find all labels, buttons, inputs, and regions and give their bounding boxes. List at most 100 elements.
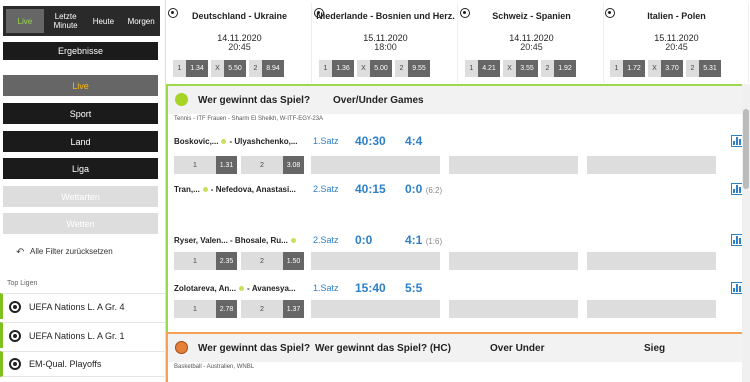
odd-draw-button[interactable]: X 3.70 <box>648 60 683 77</box>
odd-key: X <box>507 65 512 72</box>
set-label: 2.Satz <box>313 235 339 245</box>
serve-indicator-icon <box>238 286 244 292</box>
match-time: 20:45 <box>228 42 251 52</box>
game-score: 0:0 <box>355 233 373 247</box>
odd-player2-button[interactable]: 2 3.08 <box>241 156 304 174</box>
odd-player1-button[interactable]: 1 2.78 <box>174 300 237 318</box>
match-title: Niederlande - Bosnien und Herz. <box>316 11 455 21</box>
match-card[interactable]: Deutschland - Ukraine 14.11.2020 20:45 1… <box>167 3 312 83</box>
odd-key: 1 <box>193 161 197 169</box>
odd-key: 1 <box>193 257 197 265</box>
odds-row: 1 4.21 X 3.55 2 1.92 <box>465 60 576 77</box>
filter-wettarten-button[interactable]: Wettarten <box>3 186 158 207</box>
market-label-winner: Wer gewinnt das Spiel? <box>198 343 311 354</box>
match-time: 18:00 <box>374 42 397 52</box>
set-score: 5:5 <box>405 281 422 295</box>
odd-home-button[interactable]: 1 1.36 <box>319 60 354 77</box>
odd-player1-button[interactable]: 1 2.35 <box>174 252 237 270</box>
game-score: 40:15 <box>355 182 386 196</box>
player-1: Ryser, Valen... <box>174 236 228 245</box>
scrollbar-thumb[interactable] <box>743 109 749 189</box>
player-1: Zolotareva, An... <box>174 284 236 293</box>
odd-key: 2 <box>253 65 258 72</box>
odds-row: 1 2.35 2 1.50 <box>174 252 304 270</box>
odd-value: 1.72 <box>623 60 645 77</box>
player-2: Nefedova, Anastasi... <box>215 185 296 194</box>
match-card[interactable]: Italien - Polen 15.11.2020 20:45 1 1.72 X… <box>604 3 749 83</box>
odd-draw-button[interactable]: X 5.00 <box>357 60 392 77</box>
odd-player1-button[interactable]: 1 1.31 <box>174 156 237 174</box>
serve-indicator-icon <box>290 238 296 244</box>
filter-sport-button[interactable]: Sport <box>3 103 158 124</box>
previous-set-score: (6:2) <box>425 186 443 195</box>
odd-draw-button[interactable]: X 5.50 <box>211 60 246 77</box>
game-score: 40:30 <box>355 134 386 148</box>
tab-heute[interactable]: Heute <box>85 6 123 36</box>
set-score-value: 5:5 <box>405 281 423 295</box>
odd-home-button[interactable]: 1 1.72 <box>610 60 645 77</box>
previous-set-score: (1:6) <box>425 237 443 246</box>
match-title: Schweiz - Spanien <box>492 11 571 21</box>
odd-value: 8.94 <box>262 60 284 77</box>
odd-value: 1.37 <box>283 300 304 318</box>
odd-value: 5.50 <box>224 60 246 77</box>
odds-placeholder <box>449 252 578 270</box>
odd-home-button[interactable]: 1 4.21 <box>465 60 500 77</box>
tab-live[interactable]: Live <box>6 9 44 33</box>
match-players: Zolotareva, An... - Avanesya... <box>174 284 296 293</box>
match-card[interactable]: Schweiz - Spanien 14.11.2020 20:45 1 4.21… <box>459 3 604 83</box>
odds-placeholder <box>587 156 716 174</box>
basketball-icon <box>175 341 188 354</box>
reset-filters-label: Alle Filter zurücksetzen <box>30 247 113 256</box>
ergebnisse-button[interactable]: Ergebnisse <box>3 42 158 60</box>
market-label-winner: Wer gewinnt das Spiel? <box>198 95 311 106</box>
player-1: Boskovic,... <box>174 137 219 146</box>
odd-away-button[interactable]: 2 1.92 <box>541 60 576 77</box>
game-score: 15:40 <box>355 281 386 295</box>
match-card[interactable]: Niederlande - Bosnien und Herz. 15.11.20… <box>313 3 458 83</box>
match-players: Tran,... - Nefedova, Anastasi... <box>174 185 296 194</box>
league-name: Basketball - Australien, WNBL <box>174 364 255 370</box>
odds-placeholder <box>311 300 440 318</box>
match-players: Ryser, Valen... - Bhosale, Ru... <box>174 236 299 245</box>
odd-draw-button[interactable]: X 3.55 <box>503 60 538 77</box>
undo-icon: ↶ <box>16 247 25 258</box>
odd-key: 1 <box>469 65 474 72</box>
set-label: 1.Satz <box>313 136 339 146</box>
odd-key: 2 <box>545 65 550 72</box>
odd-key: X <box>652 65 657 72</box>
tab-morgen[interactable]: Morgen <box>122 6 160 36</box>
odd-player2-button[interactable]: 2 1.50 <box>241 252 304 270</box>
odd-player2-button[interactable]: 2 1.37 <box>241 300 304 318</box>
reset-filters-link[interactable]: ↶ Alle Filter zurücksetzen <box>16 247 113 258</box>
set-label: 2.Satz <box>313 184 339 194</box>
odd-away-button[interactable]: 2 8.94 <box>249 60 284 77</box>
filter-land-button[interactable]: Land <box>3 131 158 152</box>
odd-away-button[interactable]: 2 5.31 <box>686 60 721 77</box>
market-label-winner-hc: Wer gewinnt das Spiel? (HC) <box>315 343 451 354</box>
league-item[interactable]: UEFA Nations L. A Gr. 4 <box>0 293 166 319</box>
section-header: Wer gewinnt das Spiel? Wer gewinnt das S… <box>168 334 750 362</box>
odd-key: 2 <box>260 305 264 313</box>
odd-key: 2 <box>260 161 264 169</box>
odd-home-button[interactable]: 1 1.34 <box>173 60 208 77</box>
league-label: UEFA Nations L. A Gr. 4 <box>29 301 125 312</box>
basketball-section: Wer gewinnt das Spiel? Wer gewinnt das S… <box>166 332 750 382</box>
tab-letzte-minute[interactable]: Letzte Minute <box>47 6 85 36</box>
odd-key: 1 <box>193 305 197 313</box>
odd-away-button[interactable]: 2 9.55 <box>395 60 430 77</box>
filter-live-button[interactable]: Live <box>3 75 158 96</box>
football-icon <box>9 329 21 342</box>
odd-value: 3.55 <box>516 60 538 77</box>
odd-value: 9.55 <box>408 60 430 77</box>
odd-key: 1 <box>177 65 182 72</box>
filter-wetten-button[interactable]: Wetten <box>3 213 158 234</box>
league-name: Tennis - ITF Frauen - Sharm El Sheikh, W… <box>174 116 324 122</box>
league-item[interactable]: EM-Qual. Playoffs <box>0 351 166 377</box>
league-item[interactable]: UEFA Nations L. A Gr. 1 <box>0 322 166 348</box>
odd-value: 2.35 <box>216 252 237 270</box>
scrollbar[interactable] <box>742 84 750 382</box>
odd-key: 1 <box>614 65 619 72</box>
filter-liga-button[interactable]: Liga <box>3 158 158 179</box>
odd-value: 3.70 <box>661 60 683 77</box>
